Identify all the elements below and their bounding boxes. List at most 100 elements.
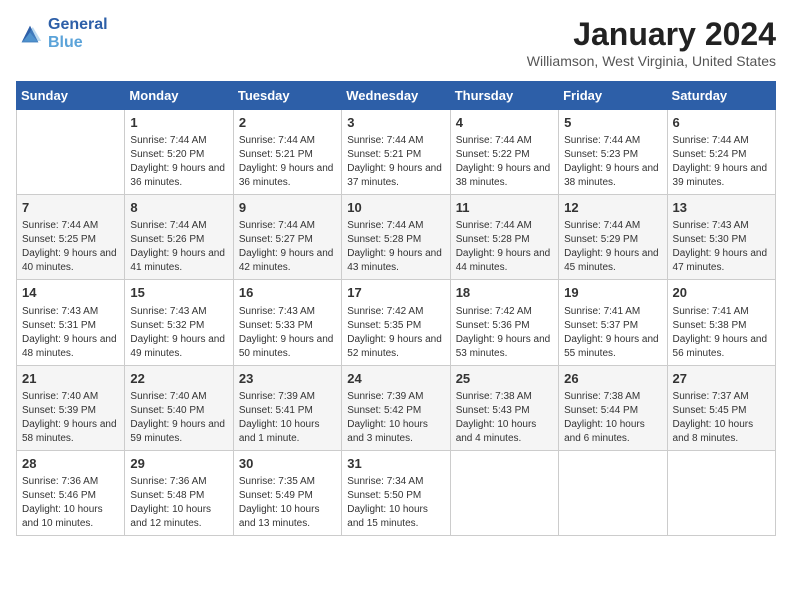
day-cell: 6 Sunrise: 7:44 AM Sunset: 5:24 PM Daylig… [667,110,775,195]
day-number: 1 [130,114,227,132]
header-day-tuesday: Tuesday [233,82,341,110]
day-info: Sunrise: 7:43 AM Sunset: 5:30 PM Dayligh… [673,219,770,275]
header-day-monday: Monday [125,82,233,110]
calendar-table: SundayMondayTuesdayWednesdayThursdayFrid… [16,81,776,536]
month-title: January 2024 [527,16,776,53]
day-cell: 17 Sunrise: 7:42 AM Sunset: 5:35 PM Dayli… [342,280,450,365]
day-number: 9 [239,199,336,217]
day-cell: 10Sunrise: 7:44 AM Sunset: 5:28 PM Dayli… [342,195,450,280]
day-info: Sunrise: 7:40 AM Sunset: 5:39 PM Dayligh… [22,390,119,446]
day-number: 8 [130,199,227,217]
day-info: Sunrise: 7:39 AM Sunset: 5:42 PM Dayligh… [347,390,444,446]
day-number: 31 [347,455,444,473]
day-cell: 3Sunrise: 7:44 AM Sunset: 5:21 PM Daylig… [342,110,450,195]
day-number: 17 [347,284,444,302]
logo-text-general: General [48,16,108,34]
day-number: 7 [22,199,119,217]
day-info: Sunrise: 7:44 AM Sunset: 5:29 PM Dayligh… [564,219,661,275]
day-number: 11 [456,199,553,217]
day-info: Sunrise: 7:41 AM Sunset: 5:37 PM Dayligh… [564,305,661,361]
day-info: Sunrise: 7:42 AM Sunset: 5:36 PM Dayligh… [456,305,553,361]
day-cell: 16Sunrise: 7:43 AM Sunset: 5:33 PM Dayli… [233,280,341,365]
day-cell: 19 Sunrise: 7:41 AM Sunset: 5:37 PM Dayli… [559,280,667,365]
day-cell: 29 Sunrise: 7:36 AM Sunset: 5:48 PM Dayli… [125,450,233,535]
day-info: Sunrise: 7:44 AM Sunset: 5:21 PM Dayligh… [239,134,336,190]
logo: General Blue [16,16,108,51]
day-info: Sunrise: 7:40 AM Sunset: 5:40 PM Dayligh… [130,390,227,446]
day-number: 15 [130,284,227,302]
day-cell [559,450,667,535]
day-cell: 9 Sunrise: 7:44 AM Sunset: 5:27 PM Daylig… [233,195,341,280]
day-cell [450,450,558,535]
day-number: 5 [564,114,661,132]
day-number: 25 [456,370,553,388]
day-info: Sunrise: 7:42 AM Sunset: 5:35 PM Dayligh… [347,305,444,361]
header-day-friday: Friday [559,82,667,110]
day-info: Sunrise: 7:41 AM Sunset: 5:38 PM Dayligh… [673,305,770,361]
day-number: 6 [673,114,770,132]
header-day-sunday: Sunday [17,82,125,110]
day-cell: 8 Sunrise: 7:44 AM Sunset: 5:26 PM Daylig… [125,195,233,280]
day-cell: 14Sunrise: 7:43 AM Sunset: 5:31 PM Dayli… [17,280,125,365]
day-cell: 26 Sunrise: 7:38 AM Sunset: 5:44 PM Dayli… [559,365,667,450]
day-cell: 24Sunrise: 7:39 AM Sunset: 5:42 PM Dayli… [342,365,450,450]
header-day-thursday: Thursday [450,82,558,110]
day-info: Sunrise: 7:44 AM Sunset: 5:20 PM Dayligh… [130,134,227,190]
day-number: 27 [673,370,770,388]
day-number: 30 [239,455,336,473]
day-cell: 5 Sunrise: 7:44 AM Sunset: 5:23 PM Daylig… [559,110,667,195]
day-info: Sunrise: 7:36 AM Sunset: 5:48 PM Dayligh… [130,475,227,531]
day-cell: 13 Sunrise: 7:43 AM Sunset: 5:30 PM Dayli… [667,195,775,280]
day-number: 20 [673,284,770,302]
day-info: Sunrise: 7:44 AM Sunset: 5:23 PM Dayligh… [564,134,661,190]
day-cell: 1 Sunrise: 7:44 AM Sunset: 5:20 PM Daylig… [125,110,233,195]
header-day-wednesday: Wednesday [342,82,450,110]
day-number: 29 [130,455,227,473]
title-block: January 2024 Williamson, West Virginia, … [527,16,776,69]
day-info: Sunrise: 7:44 AM Sunset: 5:22 PM Dayligh… [456,134,553,190]
day-info: Sunrise: 7:36 AM Sunset: 5:46 PM Dayligh… [22,475,119,531]
day-info: Sunrise: 7:43 AM Sunset: 5:33 PM Dayligh… [239,305,336,361]
header-day-saturday: Saturday [667,82,775,110]
day-info: Sunrise: 7:35 AM Sunset: 5:49 PM Dayligh… [239,475,336,531]
day-number: 19 [564,284,661,302]
day-info: Sunrise: 7:43 AM Sunset: 5:31 PM Dayligh… [22,305,119,361]
day-number: 22 [130,370,227,388]
day-info: Sunrise: 7:44 AM Sunset: 5:24 PM Dayligh… [673,134,770,190]
day-number: 12 [564,199,661,217]
week-row-4: 21 Sunrise: 7:40 AM Sunset: 5:39 PM Dayli… [17,365,776,450]
day-cell: 27Sunrise: 7:37 AM Sunset: 5:45 PM Dayli… [667,365,775,450]
day-number: 18 [456,284,553,302]
day-cell: 25Sunrise: 7:38 AM Sunset: 5:43 PM Dayli… [450,365,558,450]
day-cell [17,110,125,195]
day-info: Sunrise: 7:44 AM Sunset: 5:27 PM Dayligh… [239,219,336,275]
calendar-header-row: SundayMondayTuesdayWednesdayThursdayFrid… [17,82,776,110]
day-cell: 31Sunrise: 7:34 AM Sunset: 5:50 PM Dayli… [342,450,450,535]
day-number: 23 [239,370,336,388]
day-info: Sunrise: 7:43 AM Sunset: 5:32 PM Dayligh… [130,305,227,361]
day-cell: 4Sunrise: 7:44 AM Sunset: 5:22 PM Daylig… [450,110,558,195]
day-info: Sunrise: 7:38 AM Sunset: 5:44 PM Dayligh… [564,390,661,446]
day-number: 13 [673,199,770,217]
day-cell: 28Sunrise: 7:36 AM Sunset: 5:46 PM Dayli… [17,450,125,535]
day-info: Sunrise: 7:44 AM Sunset: 5:26 PM Dayligh… [130,219,227,275]
day-number: 2 [239,114,336,132]
location-subtitle: Williamson, West Virginia, United States [527,53,776,69]
day-number: 3 [347,114,444,132]
week-row-2: 7Sunrise: 7:44 AM Sunset: 5:25 PM Daylig… [17,195,776,280]
week-row-1: 1 Sunrise: 7:44 AM Sunset: 5:20 PM Daylig… [17,110,776,195]
day-cell [667,450,775,535]
day-cell: 12 Sunrise: 7:44 AM Sunset: 5:29 PM Dayli… [559,195,667,280]
day-cell: 30 Sunrise: 7:35 AM Sunset: 5:49 PM Dayli… [233,450,341,535]
day-cell: 23 Sunrise: 7:39 AM Sunset: 5:41 PM Dayli… [233,365,341,450]
day-number: 26 [564,370,661,388]
day-info: Sunrise: 7:39 AM Sunset: 5:41 PM Dayligh… [239,390,336,446]
day-cell: 21 Sunrise: 7:40 AM Sunset: 5:39 PM Dayli… [17,365,125,450]
day-cell: 20 Sunrise: 7:41 AM Sunset: 5:38 PM Dayli… [667,280,775,365]
day-info: Sunrise: 7:44 AM Sunset: 5:28 PM Dayligh… [347,219,444,275]
day-info: Sunrise: 7:44 AM Sunset: 5:28 PM Dayligh… [456,219,553,275]
day-number: 21 [22,370,119,388]
day-cell: 22 Sunrise: 7:40 AM Sunset: 5:40 PM Dayli… [125,365,233,450]
logo-icon [16,20,44,48]
week-row-3: 14Sunrise: 7:43 AM Sunset: 5:31 PM Dayli… [17,280,776,365]
